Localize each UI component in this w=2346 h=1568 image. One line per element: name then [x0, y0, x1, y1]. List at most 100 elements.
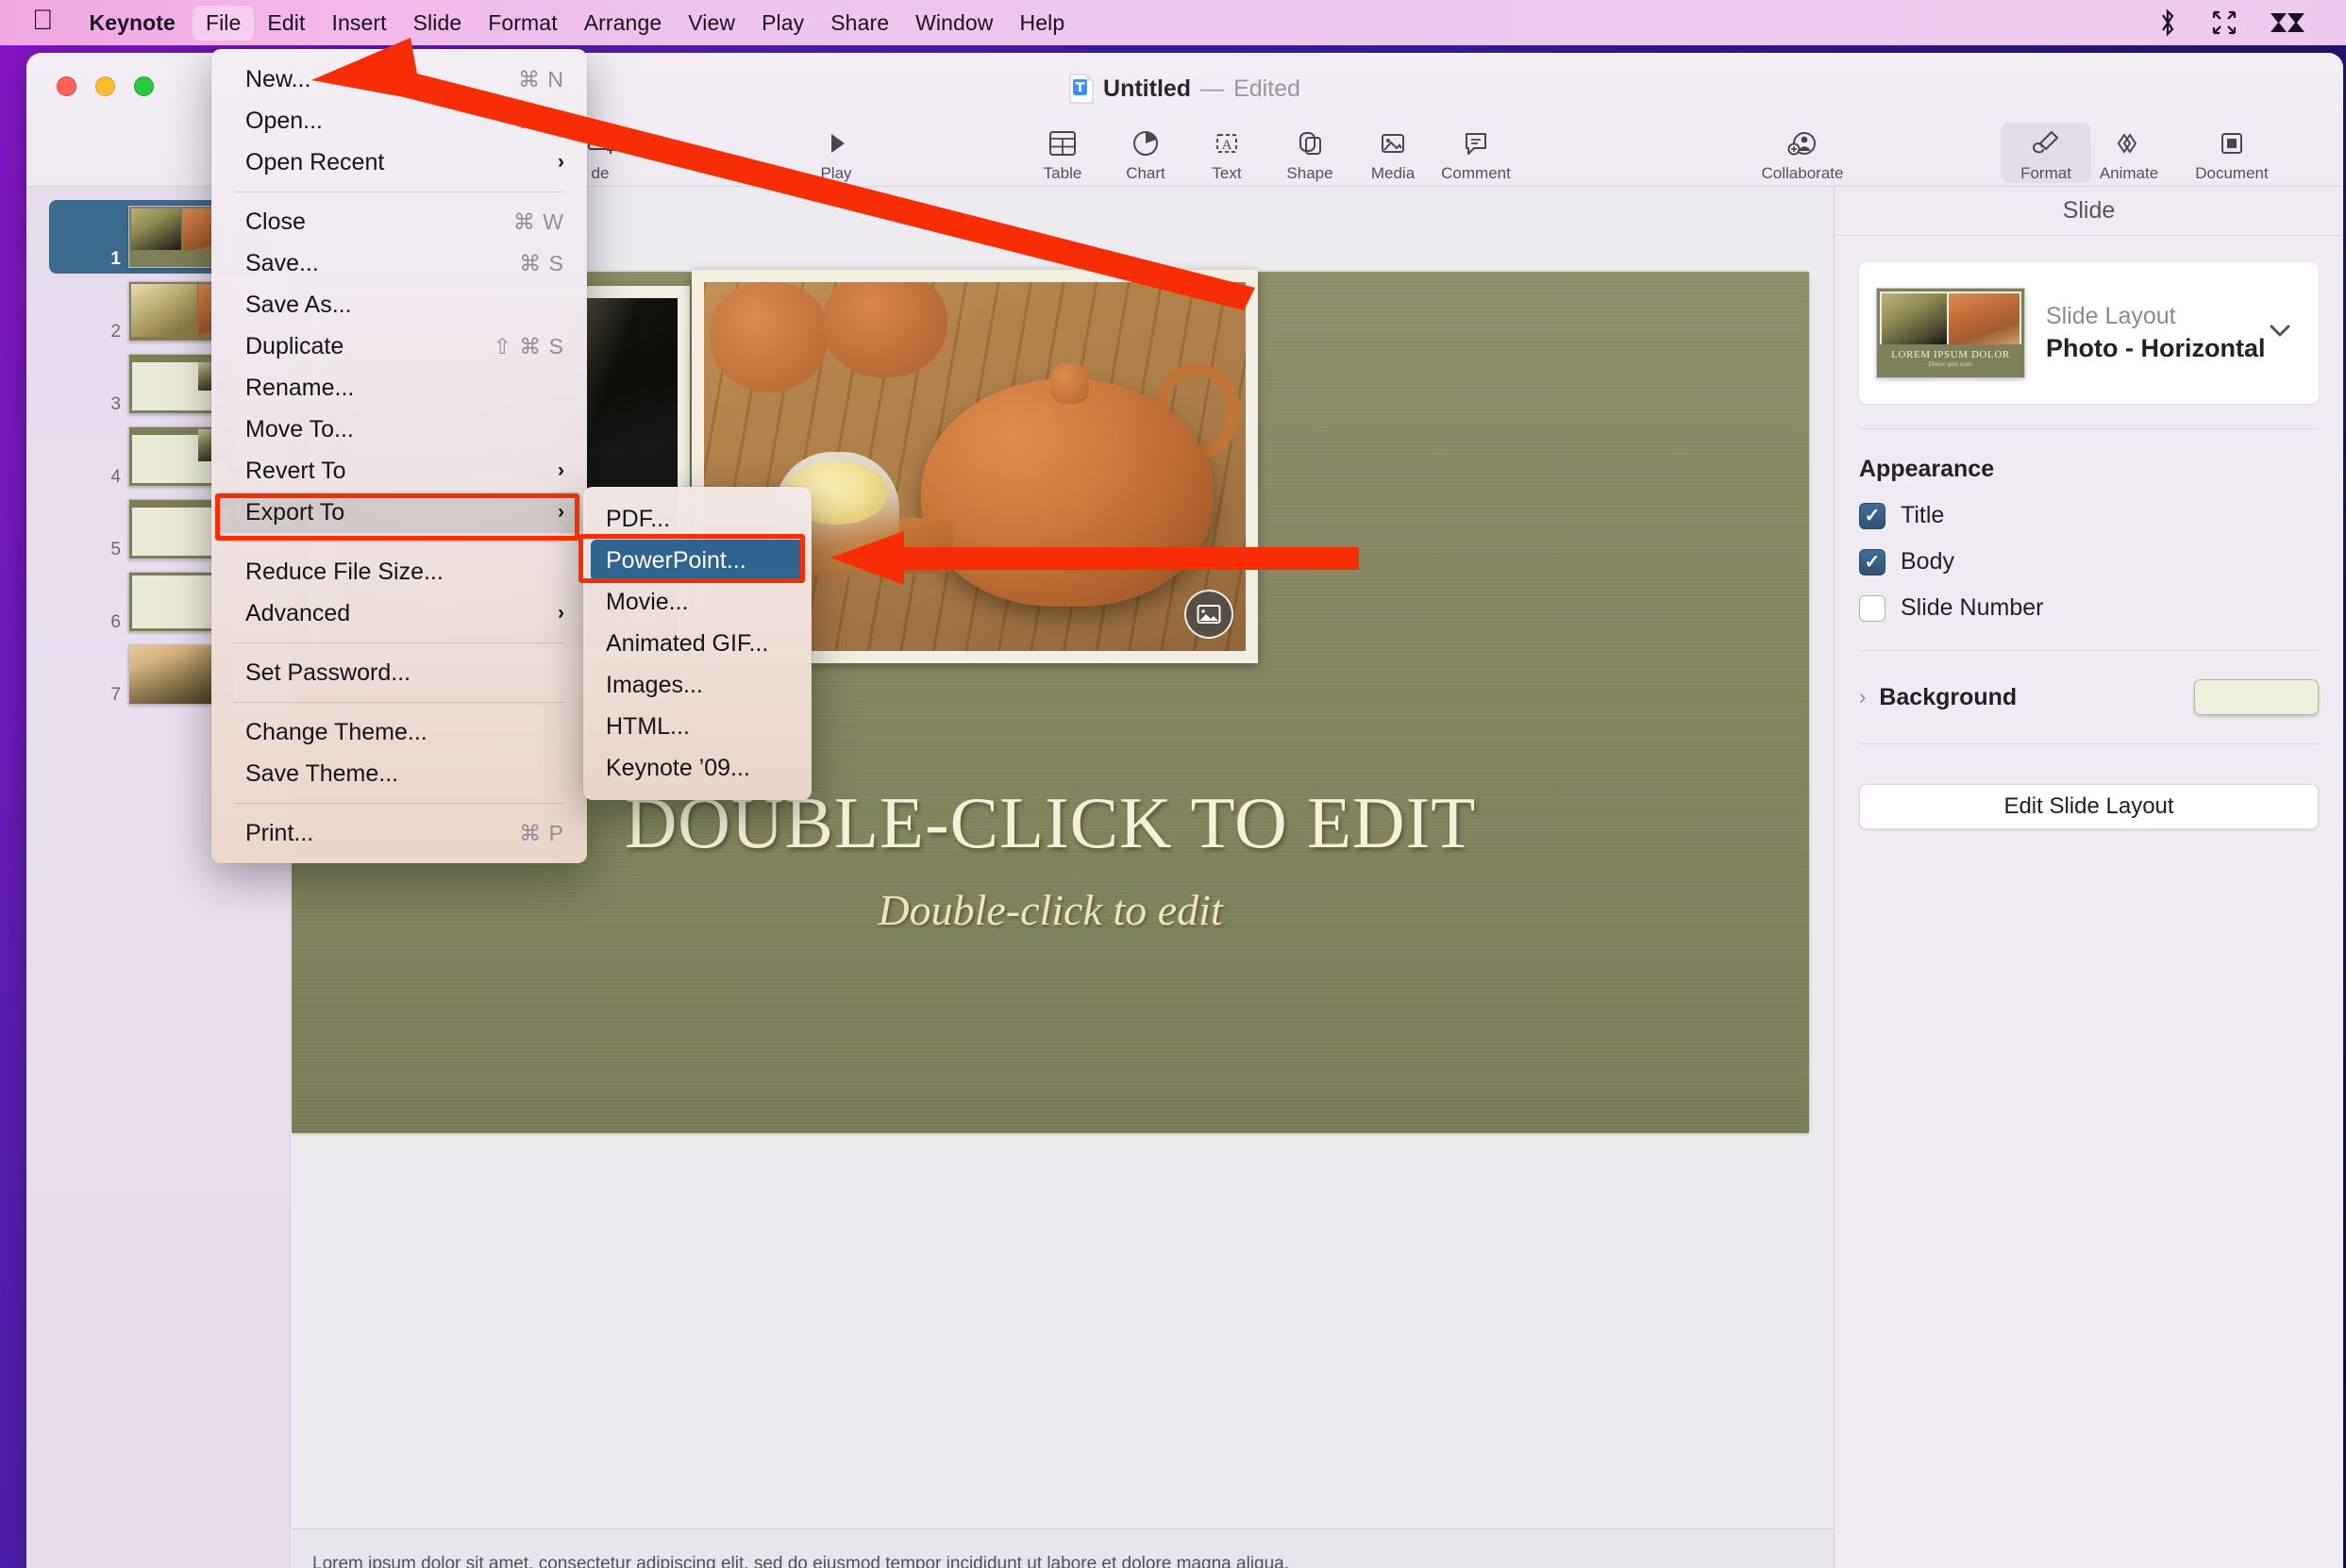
menu-item-close[interactable]: Close ⌘ W	[217, 201, 581, 242]
menu-item-set-password[interactable]: Set Password...	[217, 652, 581, 693]
menu-item-advanced[interactable]: Advanced ›	[217, 592, 581, 634]
menu-item-duplicate-label: Duplicate	[245, 332, 344, 359]
menu-item-print[interactable]: Print... ⌘ P	[217, 812, 581, 854]
inspector-divider-2	[1859, 650, 2319, 651]
toolbar-chart-button[interactable]: Chart	[1100, 123, 1191, 183]
menu-item-rename[interactable]: Rename...	[217, 367, 581, 409]
menu-item-advanced-label: Advanced	[245, 599, 351, 626]
menu-item-export-to[interactable]: Export To ›	[217, 492, 581, 533]
collaborate-person-icon	[1786, 125, 1818, 162]
submenu-item-html[interactable]: HTML...	[591, 706, 804, 747]
menu-item-duplicate[interactable]: Duplicate ⇧ ⌘ S	[217, 325, 581, 367]
toolbar-document-button[interactable]: Document	[2170, 123, 2293, 183]
fullscreen-arrows-icon[interactable]	[2210, 9, 2238, 36]
menubar-item-play[interactable]: Play	[748, 6, 817, 41]
apple-logo-icon[interactable]: 	[32, 7, 54, 35]
image-placeholder-icon[interactable]	[1184, 590, 1233, 639]
export-to-submenu[interactable]: PDF... PowerPoint... Movie... Animated G…	[583, 487, 812, 800]
slide-number-4: 4	[110, 467, 121, 487]
menubar-item-help[interactable]: Help	[1007, 6, 1079, 41]
menu-separator	[234, 702, 564, 703]
menu-item-move-to[interactable]: Move To...	[217, 409, 581, 450]
toolbar-shape-button[interactable]: Shape	[1265, 123, 1355, 183]
toolbar-media-label: Media	[1370, 164, 1416, 182]
menubar-item-share[interactable]: Share	[817, 6, 902, 41]
svg-text:A: A	[1222, 138, 1232, 153]
slide-body-text[interactable]: Double-click to edit	[292, 885, 1809, 935]
toolbar-collaborate-label: Collaborate	[1761, 164, 1844, 182]
submenu-item-pdf[interactable]: PDF...	[591, 498, 804, 540]
leaf-logo-icon[interactable]	[2271, 9, 2312, 36]
menu-separator	[234, 803, 564, 804]
submenu-item-movie[interactable]: Movie...	[591, 581, 804, 623]
checkbox-slide-number[interactable]	[1859, 594, 1885, 622]
chevron-right-icon: ›	[558, 459, 564, 481]
toolbar-format-label: Format	[2020, 164, 2071, 182]
submenu-item-keynote-09[interactable]: Keynote ’09...	[591, 747, 804, 789]
chevron-down-icon[interactable]	[2266, 322, 2294, 345]
menu-separator	[234, 642, 564, 643]
slide-number-1: 1	[110, 249, 121, 269]
slide-layout-caption: Slide Layout	[2046, 303, 2176, 329]
menu-item-rename-label: Rename...	[245, 374, 355, 401]
toolbar-comment-label: Comment	[1441, 164, 1511, 182]
menu-item-export-to-label: Export To	[245, 498, 345, 525]
slide-layout-card[interactable]: LOREM IPSUM DOLOR Donec quis nunc Slide …	[1859, 262, 2319, 404]
menu-item-save-as-label: Save As...	[245, 291, 352, 318]
menubar-item-window[interactable]: Window	[902, 6, 1006, 41]
menu-item-new[interactable]: New... ⌘ N	[217, 58, 581, 100]
menu-item-change-theme[interactable]: Change Theme...	[217, 711, 581, 753]
chevron-right-icon: ›	[558, 602, 564, 624]
submenu-item-animated-gif[interactable]: Animated GIF...	[591, 623, 804, 664]
menu-item-open-recent[interactable]: Open Recent ›	[217, 142, 581, 183]
chevron-right-icon: ›	[558, 151, 564, 173]
menu-item-reduce-file-size[interactable]: Reduce File Size...	[217, 551, 581, 592]
background-color-swatch[interactable]	[2194, 679, 2319, 715]
file-menu-dropdown[interactable]: New... ⌘ N Open... ⌘ O Open Recent › Clo…	[211, 49, 587, 863]
toolbar-collaborate-button[interactable]: Collaborate	[1736, 123, 1868, 183]
presenter-notes-pane[interactable]: Lorem ipsum dolor sit amet, consectetur …	[292, 1528, 1834, 1568]
toolbar-text-label: Text	[1212, 164, 1242, 182]
appearance-option-title[interactable]: ✓ Title	[1859, 502, 2343, 529]
toolbar-table-button[interactable]: Table	[1017, 123, 1108, 183]
menu-item-open[interactable]: Open... ⌘ O	[217, 100, 581, 142]
menu-item-save-theme[interactable]: Save Theme...	[217, 753, 581, 794]
background-label: Background	[1879, 683, 2018, 710]
toolbar-comment-button[interactable]: Comment	[1431, 123, 1521, 183]
submenu-item-images[interactable]: Images...	[591, 664, 804, 706]
appearance-option-slide-number[interactable]: Slide Number	[1859, 594, 2343, 622]
background-row[interactable]: › Background	[1859, 679, 2319, 715]
menu-item-save[interactable]: Save... ⌘ S	[217, 242, 581, 284]
checkbox-body[interactable]: ✓	[1859, 548, 1885, 575]
menubar-item-insert[interactable]: Insert	[318, 6, 399, 41]
checkbox-title[interactable]: ✓	[1859, 502, 1885, 529]
menu-item-save-label: Save...	[245, 249, 319, 276]
menubar-item-keynote[interactable]: Keynote	[76, 6, 189, 41]
toolbar-media-button[interactable]: Media	[1348, 123, 1438, 183]
menu-item-revert-to[interactable]: Revert To ›	[217, 450, 581, 492]
menu-item-save-as[interactable]: Save As...	[217, 284, 581, 325]
menubar-item-format[interactable]: Format	[475, 6, 570, 41]
menubar-item-file[interactable]: File	[192, 5, 255, 41]
toolbar-animate-button[interactable]: Animate	[2084, 123, 2174, 183]
appearance-option-body[interactable]: ✓ Body	[1859, 548, 2343, 575]
checkbox-title-label: Title	[1901, 502, 1945, 528]
chevron-right-icon[interactable]: ›	[1859, 685, 1866, 709]
menubar-item-arrange[interactable]: Arrange	[571, 6, 676, 41]
checkbox-slide-number-label: Slide Number	[1901, 594, 2044, 621]
toolbar-text-button[interactable]: A Text	[1181, 123, 1272, 183]
presenter-notes-text[interactable]: Lorem ipsum dolor sit amet, consectetur …	[312, 1554, 1815, 1568]
bluetooth-icon[interactable]	[2157, 8, 2178, 37]
slide-number-7: 7	[110, 685, 121, 705]
toolbar-animate-label: Animate	[2099, 164, 2159, 182]
toolbar-format-button[interactable]: Format	[2001, 123, 2091, 183]
pie-chart-icon	[1131, 125, 1161, 162]
edit-slide-layout-button[interactable]: Edit Slide Layout	[1859, 784, 2319, 829]
toolbar-play-button[interactable]: Play	[791, 123, 881, 183]
submenu-item-powerpoint[interactable]: PowerPoint...	[591, 540, 804, 581]
menubar-item-slide[interactable]: Slide	[400, 6, 476, 41]
menu-item-new-shortcut: ⌘ N	[518, 66, 564, 92]
menubar-item-edit[interactable]: Edit	[254, 6, 318, 41]
menubar-item-view[interactable]: View	[675, 6, 748, 41]
toolbar-document-label: Document	[2195, 164, 2269, 182]
